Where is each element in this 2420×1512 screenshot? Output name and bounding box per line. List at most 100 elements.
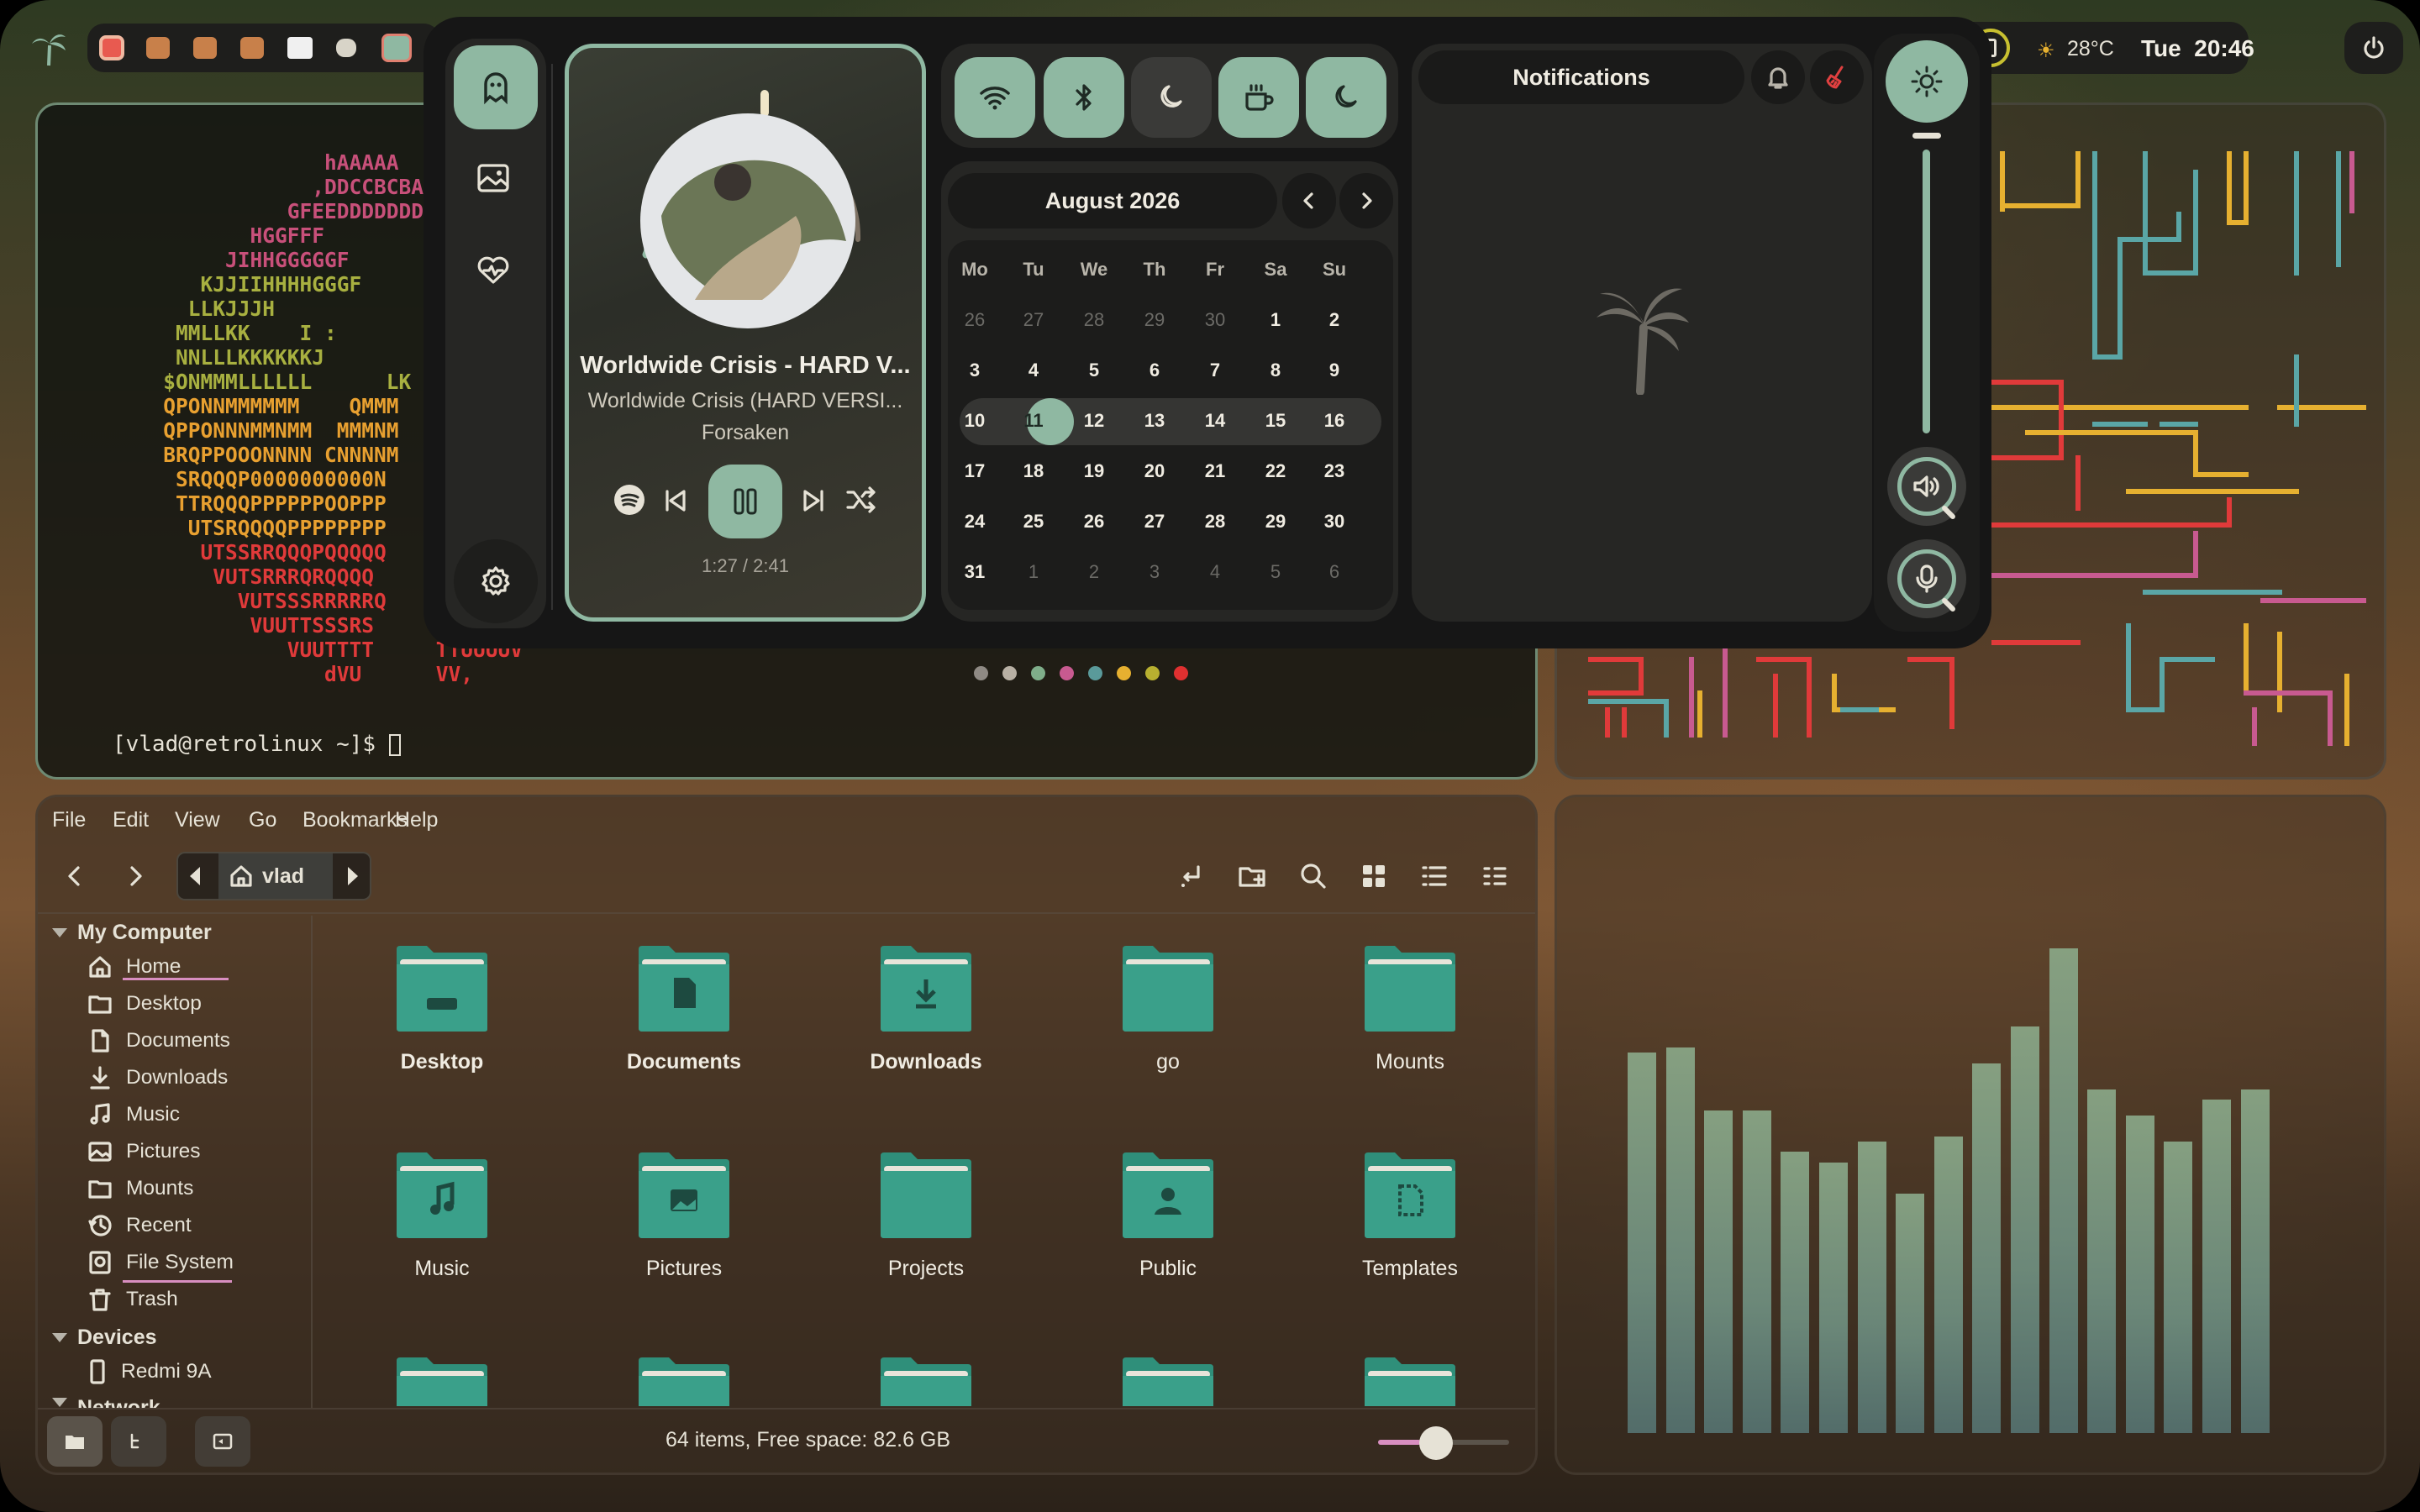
sidebar-item-recent[interactable]: Recent xyxy=(87,1213,192,1238)
breadcrumb-right-arrow[interactable] xyxy=(348,867,358,885)
back-button[interactable] xyxy=(60,862,89,890)
calendar-day[interactable]: 4 xyxy=(1190,561,1240,583)
compact-view-icon[interactable] xyxy=(1479,860,1511,892)
sidebar-item-home[interactable]: Home xyxy=(87,954,181,979)
night-light-toggle[interactable] xyxy=(1131,57,1212,138)
calendar-day[interactable]: 30 xyxy=(1190,309,1240,331)
calendar-day[interactable]: 25 xyxy=(1008,511,1059,533)
folder-icon[interactable] xyxy=(637,1356,731,1406)
calendar-day[interactable]: 16 xyxy=(1309,410,1360,432)
folder-icon[interactable] xyxy=(1121,1151,1215,1240)
clock[interactable]: Tue 20:46 xyxy=(2141,35,2254,62)
play-pause-button[interactable] xyxy=(708,465,782,538)
terminal-prompt[interactable]: [vlad@retrolinux ~]$ xyxy=(73,708,401,781)
folder-icon[interactable] xyxy=(879,1356,973,1406)
calendar-day[interactable]: 2 xyxy=(1309,309,1360,331)
calendar-day[interactable]: 9 xyxy=(1309,360,1360,381)
prev-month-button[interactable] xyxy=(1282,173,1336,228)
folder-label[interactable]: Documents xyxy=(583,1050,785,1074)
clear-notifications-button[interactable] xyxy=(1810,50,1864,104)
mic-button[interactable] xyxy=(1887,539,1966,618)
calendar-day[interactable]: 1 xyxy=(1250,309,1301,331)
calendar-day[interactable]: 2 xyxy=(1069,561,1119,583)
sidebar-item-documents[interactable]: Documents xyxy=(87,1028,230,1053)
calendar-day[interactable]: 10 xyxy=(950,410,1000,432)
dnd-toggle[interactable] xyxy=(1306,57,1386,138)
calendar-day[interactable]: 20 xyxy=(1129,460,1180,482)
app-icon[interactable] xyxy=(240,37,264,59)
calendar-day[interactable]: 27 xyxy=(1129,511,1180,533)
sidebar-item-mounts[interactable]: Mounts xyxy=(87,1176,193,1201)
folder-icon[interactable] xyxy=(1363,1151,1457,1240)
calendar-day[interactable]: 19 xyxy=(1069,460,1119,482)
list-view-icon[interactable] xyxy=(1418,860,1450,892)
folder-icon[interactable] xyxy=(1363,1356,1457,1406)
launcher-button[interactable] xyxy=(25,24,72,71)
sidebar-item-downloads[interactable]: Downloads xyxy=(87,1065,228,1090)
folder-label[interactable]: Desktop xyxy=(341,1050,543,1074)
folder-icon[interactable] xyxy=(395,1356,489,1406)
calendar-day[interactable]: 11 xyxy=(1008,410,1059,432)
calendar-day[interactable]: 13 xyxy=(1129,410,1180,432)
settings-button[interactable] xyxy=(454,539,538,623)
calendar-day[interactable]: 3 xyxy=(1129,561,1180,583)
power-button[interactable] xyxy=(2344,22,2403,74)
zoom-handle[interactable] xyxy=(1419,1426,1454,1460)
caffeine-toggle[interactable] xyxy=(1218,57,1299,138)
grid-view-icon[interactable] xyxy=(1358,860,1390,892)
vpn-icon[interactable] xyxy=(287,37,313,59)
folder-icon[interactable] xyxy=(1121,1356,1215,1406)
folder-label[interactable]: Templates xyxy=(1309,1257,1511,1281)
menu-bookmarks[interactable]: Bookmarks xyxy=(302,808,408,832)
calendar-day[interactable]: 4 xyxy=(1008,360,1059,381)
menu-file[interactable]: File xyxy=(52,808,86,832)
calendar-day[interactable]: 28 xyxy=(1069,309,1119,331)
calendar-day[interactable]: 14 xyxy=(1190,410,1240,432)
breadcrumb-home[interactable]: vlad xyxy=(218,853,333,899)
calendar-day[interactable]: 30 xyxy=(1309,511,1360,533)
sidebar-item-redmi[interactable]: Redmi 9A xyxy=(87,1359,212,1384)
calendar-day[interactable]: 6 xyxy=(1309,561,1360,583)
calendar-day[interactable]: 17 xyxy=(950,460,1000,482)
health-button[interactable] xyxy=(476,254,513,287)
calendar-day[interactable]: 7 xyxy=(1190,360,1240,381)
sidebar-item-file-system[interactable]: File System xyxy=(87,1250,234,1275)
devices-header[interactable]: Devices xyxy=(52,1326,157,1350)
folder-label[interactable]: Music xyxy=(341,1257,543,1281)
wallpaper-button[interactable] xyxy=(476,161,513,195)
calendar-day[interactable]: 27 xyxy=(1008,309,1059,331)
folder-label[interactable]: Public xyxy=(1067,1257,1269,1281)
calendar-day[interactable]: 6 xyxy=(1129,360,1180,381)
dnd-bell-button[interactable] xyxy=(1751,50,1805,104)
app-icon[interactable] xyxy=(381,34,412,62)
breadcrumb-left-arrow[interactable] xyxy=(190,867,200,885)
folder-label[interactable]: go xyxy=(1067,1050,1269,1074)
volume-button[interactable] xyxy=(1887,447,1966,526)
brightness-button[interactable] xyxy=(1886,40,1968,123)
shuffle-button[interactable] xyxy=(844,485,878,515)
folder-icon[interactable] xyxy=(637,944,731,1033)
calendar-day[interactable]: 28 xyxy=(1190,511,1240,533)
record-icon[interactable] xyxy=(99,35,124,60)
folder-icon[interactable] xyxy=(1363,944,1457,1033)
tree-toggle[interactable] xyxy=(111,1416,166,1467)
brightness-track[interactable] xyxy=(1923,150,1930,433)
wifi-toggle[interactable] xyxy=(955,57,1035,138)
sidebar-item-music[interactable]: Music xyxy=(87,1102,180,1127)
calendar-day[interactable]: 8 xyxy=(1250,360,1301,381)
search-icon[interactable] xyxy=(1297,860,1329,892)
folder-icon[interactable] xyxy=(879,944,973,1033)
sidebar-item-desktop[interactable]: Desktop xyxy=(87,991,202,1016)
app-icon[interactable] xyxy=(193,37,217,59)
folder-label[interactable]: Downloads xyxy=(825,1050,1027,1074)
sidebar-item-trash[interactable]: Trash xyxy=(87,1287,178,1312)
menu-view[interactable]: View xyxy=(175,808,220,832)
calendar-day[interactable]: 1 xyxy=(1008,561,1059,583)
menu-go[interactable]: Go xyxy=(249,808,276,832)
places-toggle[interactable] xyxy=(47,1416,103,1467)
calendar-day[interactable]: 12 xyxy=(1069,410,1119,432)
zoom-slider[interactable] xyxy=(1378,1426,1509,1460)
folder-icon[interactable] xyxy=(879,1151,973,1240)
forward-button[interactable] xyxy=(121,862,150,890)
ghost-button[interactable] xyxy=(454,45,538,129)
